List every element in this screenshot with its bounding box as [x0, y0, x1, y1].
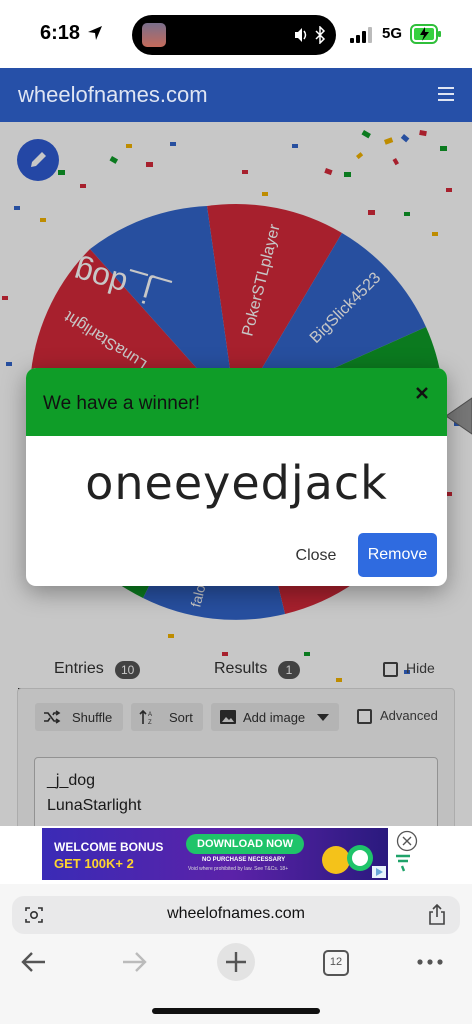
dynamic-island [132, 15, 336, 55]
hamburger-menu-icon[interactable] [438, 86, 454, 102]
image-icon [220, 710, 236, 724]
shuffle-icon [44, 710, 61, 724]
now-playing-thumbnail [142, 23, 166, 47]
sort-label: Sort [169, 710, 193, 725]
screen: 6:18 5G wheelofnames.com _j_dog PokerSTL… [0, 0, 472, 1024]
app-header: wheelofnames.com [0, 68, 472, 122]
ad-download-button[interactable]: DOWNLOAD NOW [186, 834, 304, 854]
tab-entries-label: Entries [54, 660, 104, 677]
remove-button[interactable]: Remove [358, 533, 437, 577]
tab-results[interactable]: Results 1 [214, 648, 324, 690]
status-time: 6:18 [40, 22, 81, 44]
tab-results-label: Results [214, 660, 268, 677]
ad-brand-logo-icon [396, 854, 410, 872]
location-arrow-icon [88, 26, 102, 40]
forward-icon[interactable] [118, 946, 150, 978]
advanced-checkbox[interactable] [357, 709, 372, 724]
tabs-row: Entries 10 Results 1 Hide [0, 648, 472, 692]
winner-dialog-title: We have a winner! [43, 393, 201, 414]
add-image-button[interactable]: Add image [211, 703, 339, 731]
shuffle-label: Shuffle [72, 710, 113, 725]
site-title[interactable]: wheelofnames.com [18, 82, 208, 108]
address-bar[interactable]: wheelofnames.com [12, 896, 460, 934]
battery-charging-icon [410, 24, 441, 44]
wheel-pointer-icon [446, 397, 472, 435]
caret-down-icon [317, 714, 329, 721]
sort-button[interactable]: A Z Sort [131, 703, 203, 731]
tabs-button[interactable]: 12 [323, 950, 349, 976]
results-count-badge: 1 [278, 661, 300, 679]
ad-subheadline: GET 100K+ 2 [54, 856, 134, 871]
entry-line: _j_dog [47, 772, 96, 789]
sort-icon: A Z [139, 709, 152, 725]
hide-label: Hide [406, 660, 435, 676]
network-type: 5G [382, 25, 403, 42]
close-icon[interactable] [415, 386, 429, 400]
share-icon[interactable] [428, 904, 446, 926]
tab-count: 12 [329, 956, 343, 968]
entry-line: LunaStarlight [47, 797, 142, 814]
bluetooth-icon [315, 26, 326, 44]
winner-name: oneeyedjack [85, 456, 388, 510]
tab-entries[interactable]: Entries 10 [18, 648, 178, 690]
signal-icon [350, 27, 372, 43]
ad-disclaimer: NO PURCHASE NECESSARY [202, 857, 286, 863]
winner-dialog: We have a winner! oneeyedjack Close Remo… [26, 368, 447, 586]
edit-button[interactable] [17, 139, 59, 181]
more-icon[interactable] [414, 946, 446, 978]
coins-icon [322, 845, 373, 874]
close-button[interactable]: Close [284, 536, 348, 576]
ad-headline: WELCOME BONUS [54, 840, 164, 854]
svg-text:Z: Z [148, 720, 152, 725]
winner-dialog-header: We have a winner! [26, 368, 447, 436]
shuffle-button[interactable]: Shuffle [35, 703, 123, 731]
ad-close-icon[interactable] [396, 830, 418, 852]
entries-textarea[interactable]: _j_dog LunaStarlight [34, 757, 438, 826]
status-bar: 6:18 5G [0, 0, 472, 68]
url-text: wheelofnames.com [167, 905, 305, 922]
advanced-label: Advanced [380, 708, 438, 723]
new-tab-icon[interactable] [216, 942, 256, 982]
ad-banner[interactable]: WELCOME BONUS GET 100K+ 2 DOWNLOAD NOW N… [42, 828, 388, 880]
entries-panel: Shuffle A Z Sort Add image Advanced _j_d… [17, 688, 455, 826]
back-icon[interactable] [18, 946, 50, 978]
browser-toolbar: wheelofnames.com 12 [0, 884, 472, 1024]
entries-count-badge: 10 [115, 661, 141, 679]
svg-text:A: A [148, 712, 152, 718]
adchoices-icon[interactable] [372, 866, 386, 878]
pencil-icon [31, 152, 46, 167]
ad-banner-area: WELCOME BONUS GET 100K+ 2 DOWNLOAD NOW N… [0, 826, 472, 884]
add-image-label: Add image [243, 710, 306, 725]
hide-checkbox[interactable] [383, 662, 398, 677]
home-indicator [152, 1008, 320, 1014]
speaker-icon [295, 28, 307, 42]
ad-fine-print: Void where prohibited by law. See T&Cs. … [188, 866, 289, 872]
